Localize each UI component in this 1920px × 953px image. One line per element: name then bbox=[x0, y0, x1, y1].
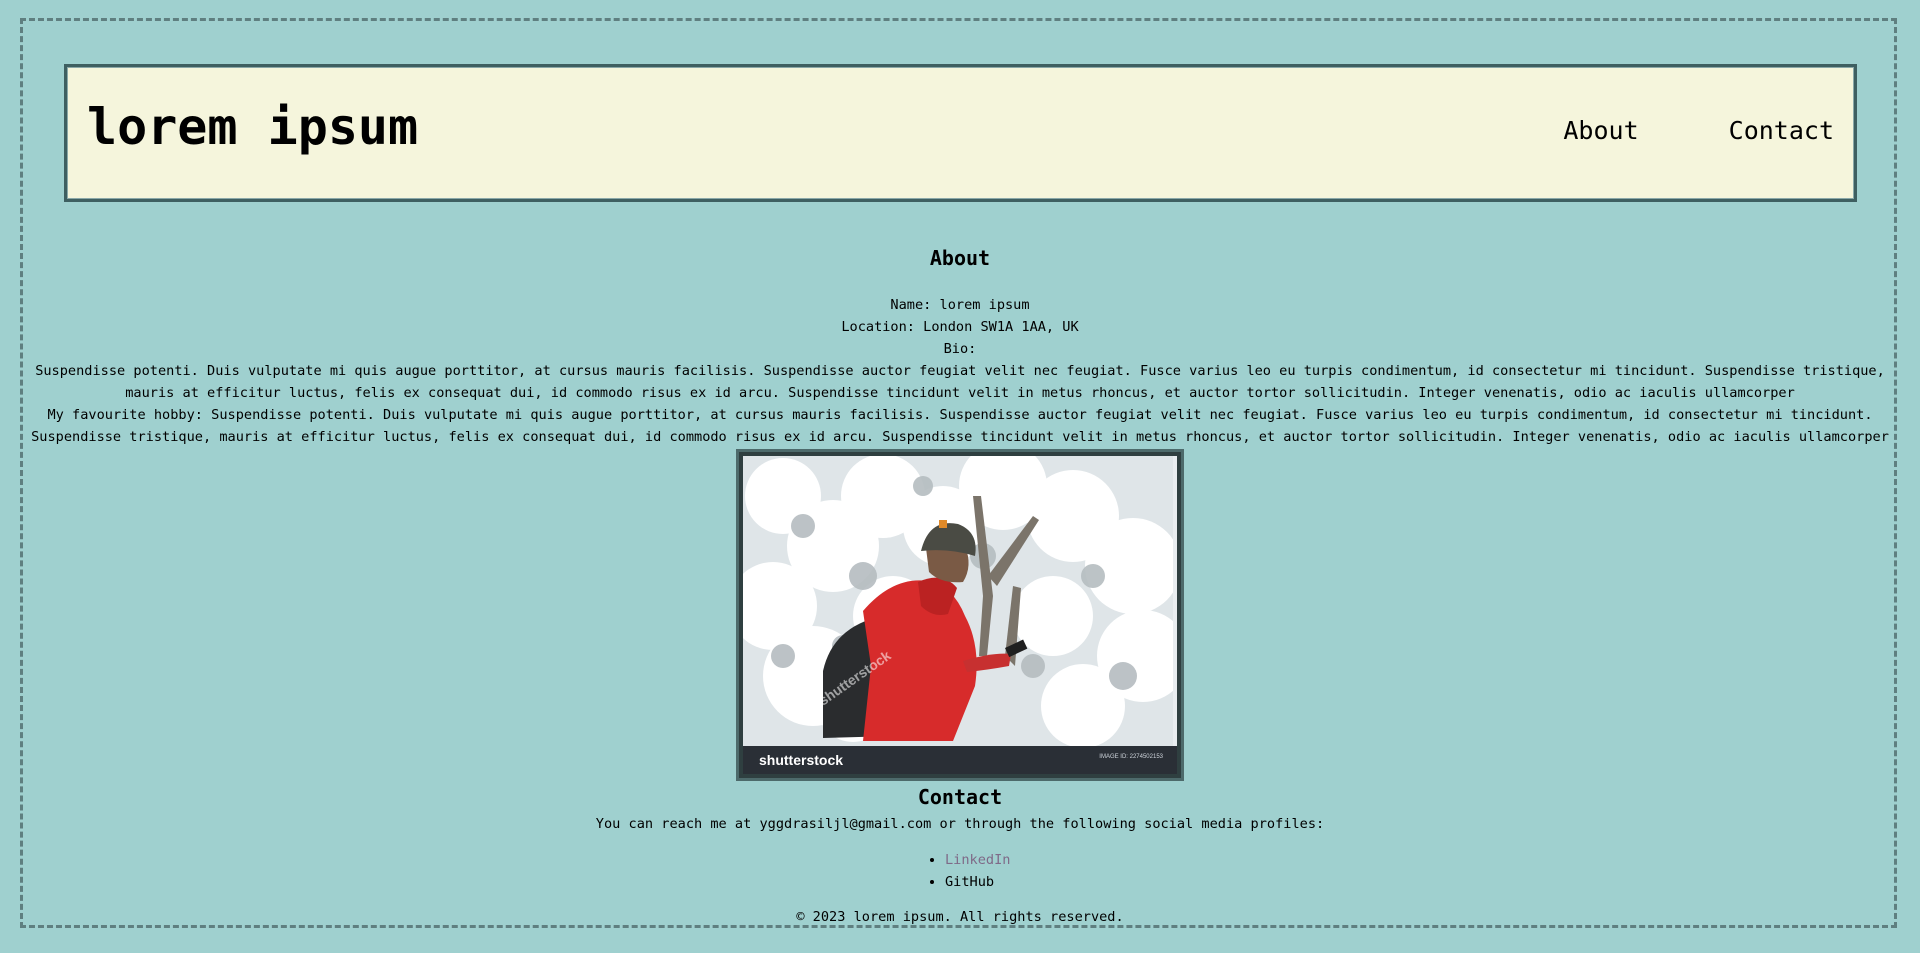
bio-text: Suspendisse potenti. Duis vulputate mi q… bbox=[35, 363, 1885, 401]
photo-image-id: IMAGE ID: 2274502153 bbox=[1099, 754, 1163, 760]
linkedin-link[interactable]: LinkedIn bbox=[945, 852, 1010, 868]
nav-contact-link[interactable]: Contact bbox=[1729, 116, 1834, 146]
hobby-text: My favourite hobby: Suspendisse potenti.… bbox=[31, 407, 1889, 445]
list-item: GitHub bbox=[945, 871, 1010, 893]
profile-photo-image: shutterstock shutterstock IMAGE ID: 2274… bbox=[743, 456, 1177, 774]
footer: © 2023 lorem ipsum. All rights reserved. bbox=[796, 909, 1124, 925]
about-details: Name: lorem ipsum Location: London SW1A … bbox=[25, 294, 1895, 448]
site-title: lorem ipsum bbox=[87, 98, 419, 156]
snowy-forest-photo: shutterstock bbox=[743, 456, 1177, 770]
site-header: lorem ipsum About Contact bbox=[64, 64, 1857, 202]
photo-brand-logo: shutterstock bbox=[759, 752, 844, 768]
contact-heading: Contact bbox=[917, 785, 1003, 809]
social-links: LinkedIn GitHub bbox=[945, 849, 1010, 893]
about-heading: About bbox=[929, 246, 991, 270]
profile-photo: shutterstock shutterstock IMAGE ID: 2274… bbox=[736, 449, 1184, 781]
name-line: Name: lorem ipsum bbox=[890, 297, 1030, 313]
photo-banner: shutterstock IMAGE ID: 2274502153 bbox=[743, 746, 1177, 774]
location-line: Location: London SW1A 1AA, UK bbox=[841, 319, 1079, 335]
github-link[interactable]: GitHub bbox=[945, 874, 994, 890]
bio-label: Bio: bbox=[943, 341, 977, 357]
nav-about-link[interactable]: About bbox=[1563, 116, 1638, 146]
list-item: LinkedIn bbox=[945, 849, 1010, 871]
main-nav: About Contact bbox=[1563, 116, 1834, 146]
contact-text: You can reach me at yggdrasiljl@gmail.co… bbox=[595, 816, 1325, 832]
